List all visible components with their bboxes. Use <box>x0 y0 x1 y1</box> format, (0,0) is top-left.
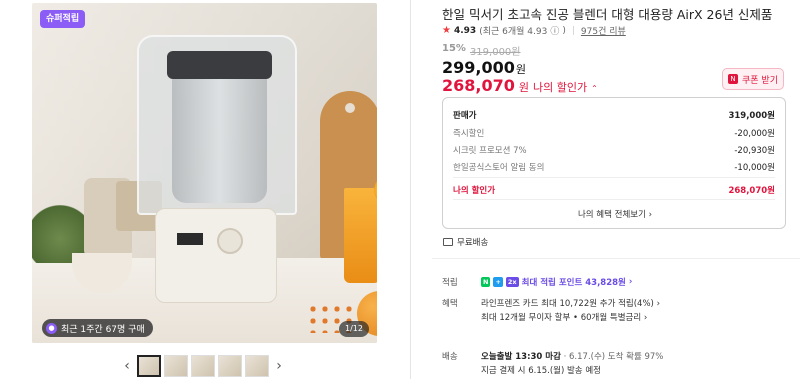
benefit-text: 라인프렌즈 카드 최대 10,722원 추가 적립(4%) <box>481 299 654 309</box>
blender-jug-graphic <box>172 73 267 203</box>
plus-badge: + <box>493 277 503 287</box>
divider: | <box>571 25 575 36</box>
shipping-arrival: · 6.17.(수) 도착 확률 97% <box>560 352 664 362</box>
recent-purchase-text: 최근 1주간 67명 구매 <box>61 324 145 335</box>
discount-line: 즉시할인 -20,000원 <box>453 127 775 139</box>
discount-line: 시크릿 프로모션 7% -20,930원 <box>453 144 775 156</box>
recent-purchase-pill: ● 최근 1주간 67명 구매 <box>42 319 153 337</box>
my-price-row[interactable]: 268,070 원 나의 할인가 ⌃ <box>442 76 598 95</box>
box-divider <box>453 199 775 200</box>
sale-price-row: 판매가 319,000원 <box>453 109 775 121</box>
benefit-label: 혜택 <box>442 299 458 309</box>
blender-base-graphic <box>155 208 277 303</box>
discount-line-value: -20,000원 <box>734 129 775 139</box>
chevron-right-icon[interactable]: › <box>272 356 286 376</box>
discount-line-value: -10,000원 <box>734 163 775 173</box>
discount-line-label: 시크릿 프로모션 7% <box>453 146 527 156</box>
all-benefits-link[interactable]: 나의 혜택 전체보기 › <box>443 208 787 220</box>
benefit-text: 최대 12개월 무이자 할부 • 60개월 특별금리 <box>481 313 642 323</box>
coupon-icon: N <box>728 74 738 84</box>
my-price-summary-row: 나의 할인가 268,070원 <box>453 184 775 196</box>
main-product-image[interactable] <box>32 3 377 343</box>
points-row[interactable]: N + 2x 최대 적립 포인트 43,828원 › <box>481 276 632 288</box>
box-divider <box>453 177 775 178</box>
rating-recent: (최근 6개월 4.93 <box>479 27 548 37</box>
free-shipping-label: 무료배송 <box>457 238 489 248</box>
max-points-text: 최대 적립 포인트 43,828원 <box>521 278 626 288</box>
product-title: 한일 믹서기 초고속 진공 블렌더 대형 대용량 AirX 26년 신제품 <box>442 7 773 22</box>
thumbnail[interactable] <box>218 355 242 377</box>
blender-lid-graphic <box>167 51 272 79</box>
naver-badge: N <box>481 277 491 287</box>
my-discount-price: 268,070 <box>442 76 515 95</box>
blender-knob-graphic <box>217 228 243 254</box>
truck-icon <box>443 238 453 246</box>
chevron-left-icon[interactable]: ‹ <box>120 356 134 376</box>
column-divider <box>410 0 411 379</box>
chevron-right-icon: › <box>628 277 633 287</box>
price-breakdown-box: 판매가 319,000원 즉시할인 -20,000원 시크릿 프로모션 7% -… <box>442 97 786 229</box>
price-unit: 원 <box>515 63 526 76</box>
price-row: 299,000 원 <box>442 58 526 77</box>
sale-price: 299,000 <box>442 58 515 77</box>
rating-row: ★ 4.93 (최근 6개월 4.93 ⓘ ) | 975건 리뷰 <box>442 24 626 37</box>
shipping-line: 지금 결제 시 6.15.(월) 발송 예정 <box>481 364 601 376</box>
original-price: 319,000원 <box>469 47 521 58</box>
sale-price-value: 319,000원 <box>728 111 775 121</box>
benefit-line[interactable]: 라인프렌즈 카드 최대 10,722원 추가 적립(4%) › <box>481 297 660 309</box>
sale-price-label: 판매가 <box>453 111 477 121</box>
section-divider <box>432 258 800 259</box>
all-benefits-label: 나의 혜택 전체보기 <box>577 210 646 220</box>
thumbnail[interactable] <box>137 355 161 377</box>
juice-glass-graphic <box>344 188 377 283</box>
shipping-dispatch: 지금 결제 시 6.15.(월) 발송 예정 <box>481 366 601 376</box>
discount-line-label: 한일공식스토어 알림 동의 <box>453 163 545 173</box>
shipping-line: 오늘출발 13:30 마감 · 6.17.(수) 도착 확률 97% <box>481 350 663 362</box>
board-hole-graphic <box>345 103 355 113</box>
chevron-right-icon: › <box>643 313 648 323</box>
discount-line: 한일공식스토어 알림 동의 -10,000원 <box>453 161 775 173</box>
blender-display-graphic <box>177 233 203 245</box>
points-label: 적립 <box>442 278 458 288</box>
discount-line-label: 즉시할인 <box>453 129 485 139</box>
thumbnail[interactable] <box>191 355 215 377</box>
info-icon[interactable]: ⓘ <box>550 24 559 37</box>
my-price-summary-value: 268,070원 <box>728 186 775 196</box>
super-points-badge: 슈퍼적립 <box>40 10 86 28</box>
rating-recent-close: ) <box>562 25 566 36</box>
chevron-up-icon: ⌃ <box>591 84 598 93</box>
chevron-right-icon: › <box>648 210 653 220</box>
discount-rate: 15% <box>442 43 466 54</box>
review-count-link[interactable]: 975건 리뷰 <box>581 24 626 37</box>
my-price-label: 나의 할인가 <box>533 81 588 94</box>
discount-line-value: -20,930원 <box>734 146 775 156</box>
image-page-indicator: 1/12 <box>339 321 369 337</box>
thumbnail[interactable] <box>164 355 188 377</box>
coupon-button-label: 쿠폰 받기 <box>742 75 778 86</box>
multiplier-badge: 2x <box>505 277 519 287</box>
shipping-deadline: 오늘출발 13:30 마감 <box>481 352 561 362</box>
chevron-right-icon: › <box>656 299 660 309</box>
free-shipping: 무료배송 <box>443 236 488 248</box>
user-icon: ● <box>46 322 57 334</box>
thumbnail-strip: ‹ › <box>120 354 290 378</box>
benefit-line[interactable]: 최대 12개월 무이자 할부 • 60개월 특별금리 › <box>481 311 647 323</box>
shipping-label: 배송 <box>442 352 458 362</box>
star-icon: ★ <box>442 25 451 36</box>
my-price-unit: 원 <box>518 81 529 94</box>
coupon-button[interactable]: N 쿠폰 받기 <box>722 68 784 90</box>
rating-score: 4.93 <box>453 25 477 36</box>
discount-row: 15% 319,000원 <box>442 43 521 58</box>
thumbnail[interactable] <box>245 355 269 377</box>
my-price-summary-label: 나의 할인가 <box>453 186 496 196</box>
